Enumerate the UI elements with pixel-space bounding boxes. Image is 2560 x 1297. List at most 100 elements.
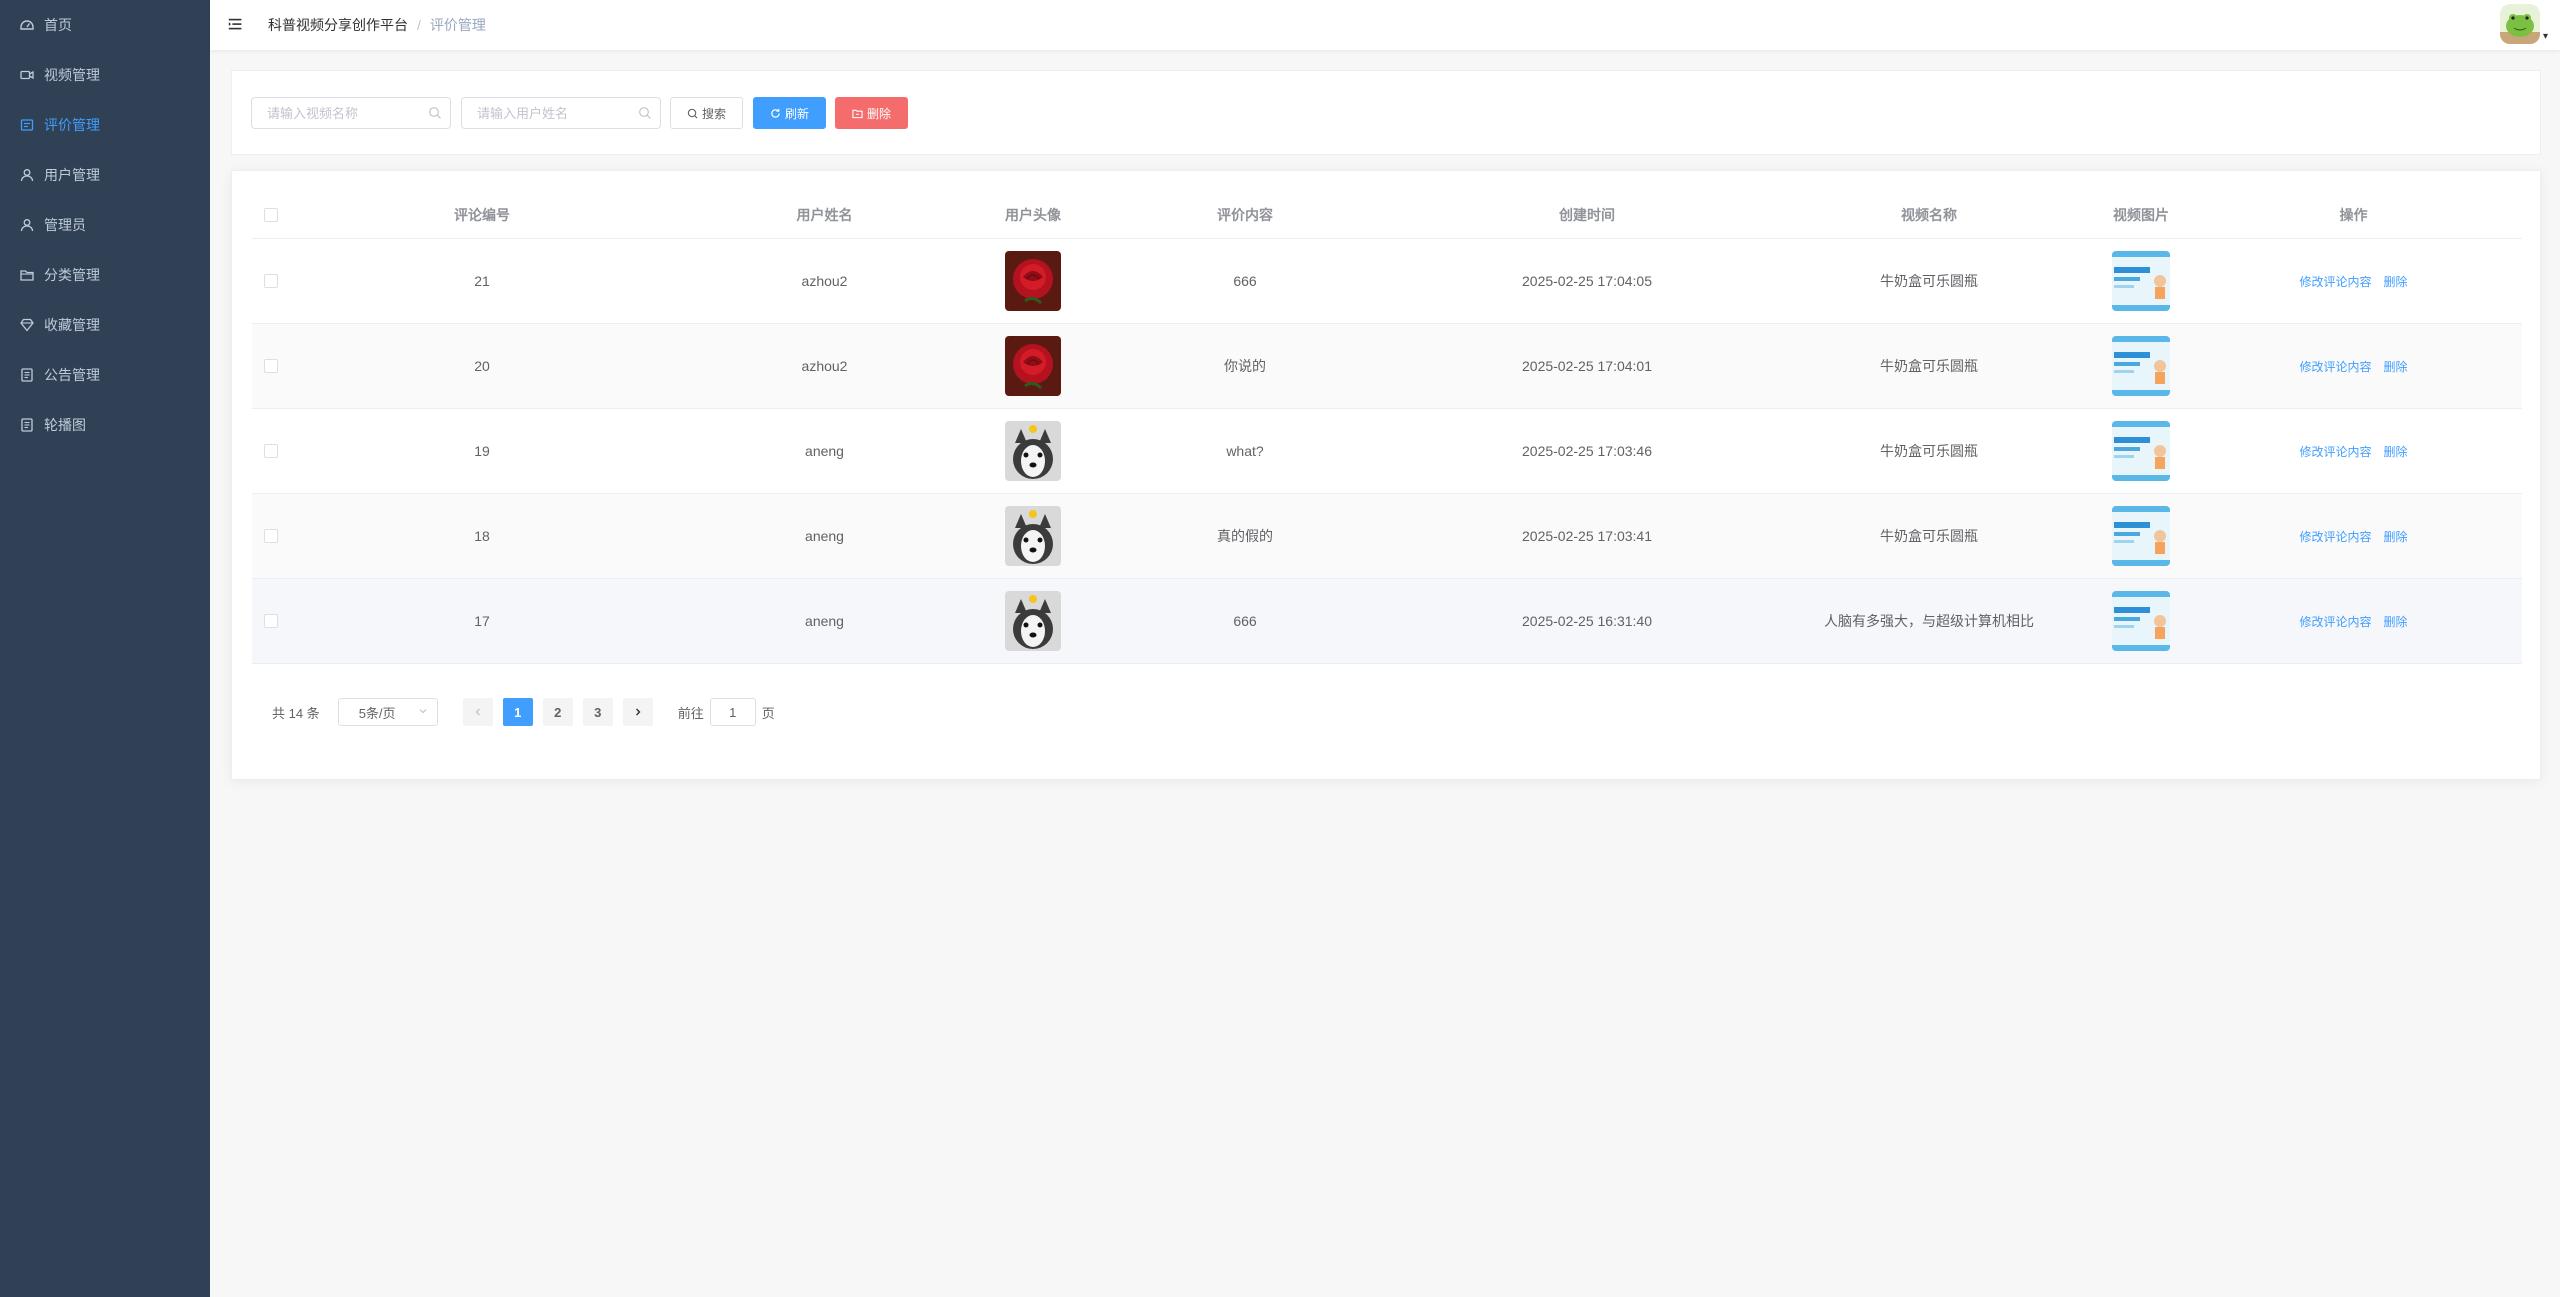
sidebar-item-collect[interactable]: 收藏管理 [0, 300, 210, 350]
comment-table: 评论编号 用户姓名 用户头像 评价内容 创建时间 视频名称 视频图片 操作 21… [252, 191, 2522, 664]
carousel-icon [20, 418, 34, 432]
sidebar-item-label: 首页 [44, 17, 72, 33]
select-all-cell [252, 207, 292, 222]
sidebar-item-video[interactable]: 视频管理 [0, 50, 210, 100]
user-avatar-cell [977, 251, 1089, 311]
pagination-total: 共 14 条 [272, 705, 320, 721]
jump-page-input[interactable] [709, 698, 756, 726]
sidebar-item-home[interactable]: 首页 [0, 0, 210, 50]
user-name: azhou2 [801, 273, 848, 289]
comment-id: 20 [474, 358, 490, 374]
prev-page-button[interactable] [462, 698, 493, 726]
next-page-button[interactable] [622, 698, 653, 726]
edit-comment-link[interactable]: 修改评论内容 [2299, 613, 2371, 630]
search-icon [428, 106, 442, 120]
page-button[interactable]: 3 [582, 698, 613, 726]
column-header: 评论编号 [454, 206, 510, 223]
user-name-input[interactable] [477, 105, 637, 121]
video-name-input-wrapper [251, 97, 451, 129]
chevron-left-icon [475, 708, 480, 716]
search-button-label: 搜索 [701, 106, 726, 121]
breadcrumb-root[interactable]: 科普视频分享创作平台 [268, 15, 408, 35]
video-name-input[interactable] [267, 105, 427, 121]
delete-link[interactable]: 删除 [2384, 358, 2408, 375]
row-select-cell [252, 529, 292, 543]
video-name: 牛奶盒可乐圆瓶 [1880, 528, 1978, 544]
delete-link[interactable]: 删除 [2384, 528, 2408, 545]
video-thumbnail-image[interactable] [2112, 336, 2170, 396]
row-actions: 修改评论内容 删除 [2197, 528, 2510, 545]
rose-avatar-image[interactable] [1005, 251, 1061, 311]
row-actions: 修改评论内容 删除 [2197, 273, 2510, 290]
row-checkbox[interactable] [264, 444, 278, 458]
delete-link[interactable]: 删除 [2384, 613, 2408, 630]
hamburger-icon[interactable] [226, 15, 246, 35]
row-checkbox[interactable] [264, 274, 278, 288]
video-thumb-cell [2085, 251, 2197, 311]
user-name: aneng [805, 528, 844, 544]
row-checkbox[interactable] [264, 359, 278, 373]
husky-avatar-image[interactable] [1005, 591, 1061, 651]
video-thumbnail-image[interactable] [2112, 591, 2170, 651]
user-icon [20, 168, 34, 182]
husky-avatar-image[interactable] [1005, 421, 1061, 481]
edit-comment-link[interactable]: 修改评论内容 [2299, 528, 2371, 545]
user-avatar-dropdown[interactable]: ▾ [2499, 4, 2548, 44]
page-button[interactable]: 1 [502, 698, 533, 726]
sidebar-item-carousel[interactable]: 轮播图 [0, 400, 210, 450]
video-thumbnail-image[interactable] [2112, 251, 2170, 311]
column-header: 视频图片 [2113, 206, 2169, 223]
sidebar-item-admin[interactable]: 管理员 [0, 200, 210, 250]
comment-content: 666 [1233, 613, 1257, 629]
table-row: 19 aneng what? 2025-02-25 17:03:46 牛奶盒可乐… [252, 409, 2522, 494]
video-thumbnail-image[interactable] [2112, 421, 2170, 481]
comment-id: 17 [474, 613, 490, 629]
sidebar: 首页 视频管理 评价管理 用户管理 管理员 分类管理 收藏管理 公告管理 轮播图 [0, 0, 210, 1297]
column-header: 评价内容 [1217, 206, 1273, 223]
search-button[interactable]: 搜索 [670, 97, 743, 129]
sidebar-item-notice[interactable]: 公告管理 [0, 350, 210, 400]
table-header: 评论编号 用户姓名 用户头像 评价内容 创建时间 视频名称 视频图片 操作 [252, 191, 2522, 239]
sidebar-item-label: 收藏管理 [44, 317, 100, 333]
page-size-select[interactable]: 5条/页 [337, 698, 438, 726]
pagination: 共 14 条 5条/页 1 2 3 前往 页 [272, 698, 775, 726]
folder-icon [20, 268, 34, 282]
refresh-button-label: 刷新 [784, 106, 809, 121]
comment-content: 真的假的 [1217, 528, 1273, 544]
video-thumbnail-image[interactable] [2112, 506, 2170, 566]
sidebar-item-users[interactable]: 用户管理 [0, 150, 210, 200]
user-name-input-wrapper [461, 97, 661, 129]
row-checkbox[interactable] [264, 614, 278, 628]
sidebar-item-label: 视频管理 [44, 67, 100, 83]
chevron-right-icon [635, 708, 641, 716]
comment-content: 666 [1233, 273, 1257, 289]
video-name: 牛奶盒可乐圆瓶 [1880, 358, 1978, 374]
user-name: azhou2 [801, 358, 848, 374]
row-actions: 修改评论内容 删除 [2197, 613, 2510, 630]
select-all-checkbox[interactable] [264, 207, 278, 222]
page-button[interactable]: 2 [542, 698, 573, 726]
comment-content: 你说的 [1224, 358, 1266, 374]
column-header: 视频名称 [1901, 206, 1957, 223]
user-icon [20, 218, 34, 232]
comment-icon [20, 118, 34, 132]
row-select-cell [252, 274, 292, 288]
sidebar-item-label: 公告管理 [44, 367, 100, 383]
jump-prefix: 前往 [677, 705, 704, 721]
sidebar-item-label: 管理员 [44, 217, 86, 233]
batch-delete-button[interactable]: 删除 [835, 97, 908, 129]
caret-down-icon: ▾ [2542, 31, 2548, 42]
row-checkbox[interactable] [264, 529, 278, 543]
sidebar-item-category[interactable]: 分类管理 [0, 250, 210, 300]
chevron-down-icon [419, 709, 427, 714]
edit-comment-link[interactable]: 修改评论内容 [2299, 443, 2371, 460]
batch-delete-button-label: 删除 [866, 106, 891, 121]
delete-link[interactable]: 删除 [2384, 273, 2408, 290]
rose-avatar-image[interactable] [1005, 336, 1061, 396]
sidebar-item-comment[interactable]: 评价管理 [0, 100, 210, 150]
edit-comment-link[interactable]: 修改评论内容 [2299, 358, 2371, 375]
refresh-button[interactable]: 刷新 [753, 97, 826, 129]
delete-link[interactable]: 删除 [2384, 443, 2408, 460]
edit-comment-link[interactable]: 修改评论内容 [2299, 273, 2371, 290]
husky-avatar-image[interactable] [1005, 506, 1061, 566]
